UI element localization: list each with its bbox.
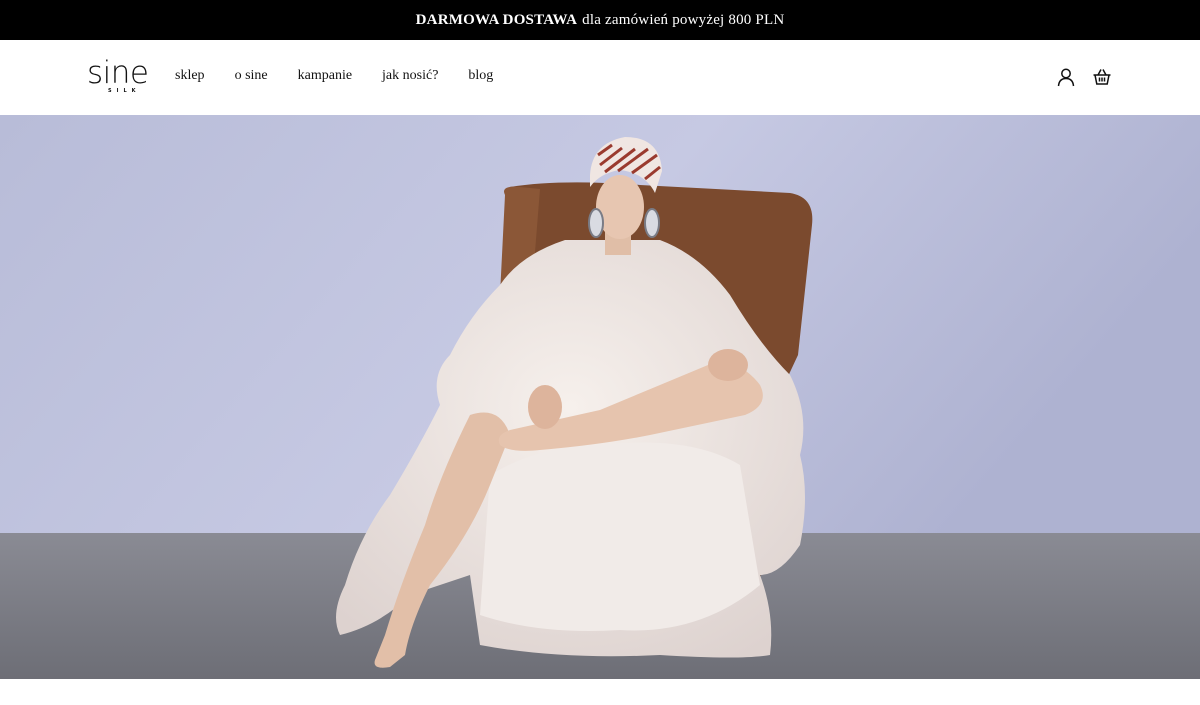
hand bbox=[528, 385, 562, 429]
promo-bold-text: DARMOWA DOSTAWA bbox=[415, 11, 578, 28]
header-icons bbox=[1056, 67, 1112, 87]
nav-item-jak-nosic[interactable]: jak nosić? bbox=[382, 68, 438, 84]
promo-banner: DARMOWA DOSTAWA dla zamówień powyżej 800… bbox=[0, 0, 1200, 40]
nav-item-sklep[interactable]: sklep bbox=[175, 68, 205, 84]
campaign-photo bbox=[0, 115, 1200, 679]
main-nav: sklep o sine kampanie jak nosić? blog bbox=[175, 68, 523, 84]
earring bbox=[644, 208, 660, 238]
brand-logo-subtext: SILK bbox=[108, 88, 141, 94]
promo-text: dla zamówień powyżej 800 PLN bbox=[582, 11, 785, 28]
nav-item-o-sine[interactable]: o sine bbox=[235, 68, 268, 84]
brand-logo[interactable]: sine SILK bbox=[87, 56, 159, 98]
user-icon[interactable] bbox=[1056, 67, 1076, 87]
hand bbox=[708, 349, 748, 381]
site-header: sine SILK sklep o sine kampanie jak nosi… bbox=[0, 40, 1200, 115]
basket-icon[interactable] bbox=[1092, 67, 1112, 87]
dress bbox=[480, 442, 760, 631]
nav-item-kampanie[interactable]: kampanie bbox=[298, 68, 352, 84]
earring bbox=[588, 208, 604, 238]
hero-image[interactable] bbox=[0, 115, 1200, 679]
nav-item-blog[interactable]: blog bbox=[468, 68, 493, 84]
brand-logo-text: sine bbox=[87, 55, 149, 91]
